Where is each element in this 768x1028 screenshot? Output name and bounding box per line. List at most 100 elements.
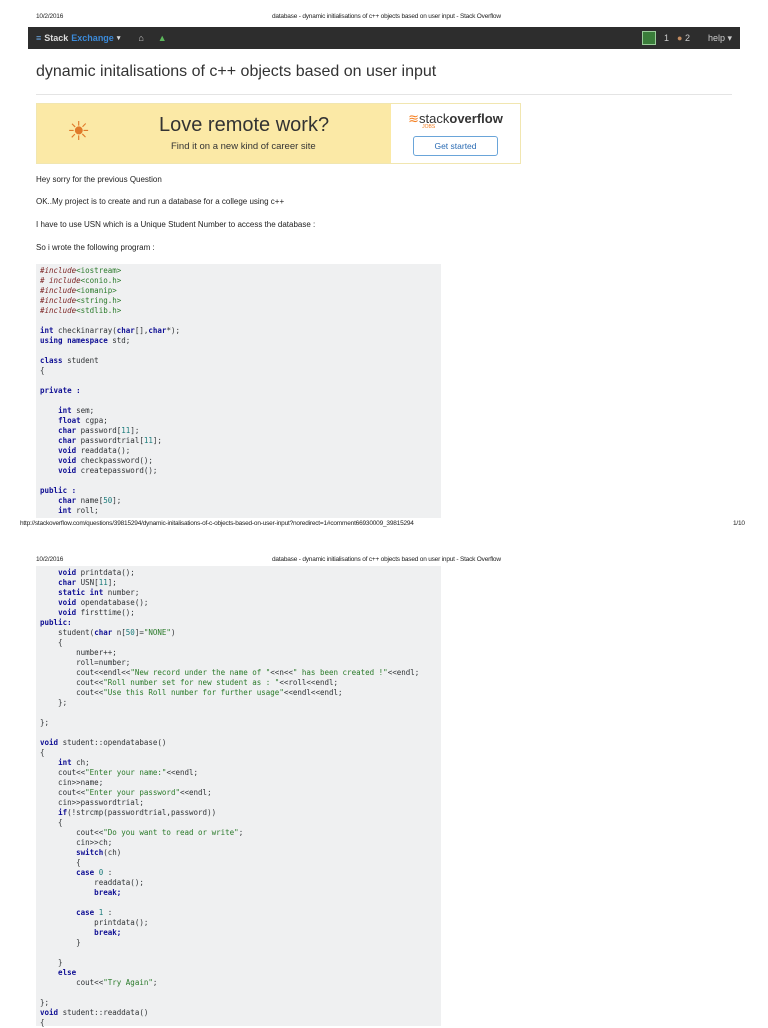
- code-line: public :: [40, 486, 77, 495]
- code-block: #include<iostream> # include<conio.h> #inc…: [36, 264, 441, 518]
- code-line: int roll;: [58, 506, 99, 515]
- code-line: cout<<"Roll number set for new student a…: [40, 678, 339, 687]
- print-date: 10/2/2016: [36, 13, 64, 20]
- code-line: {: [40, 638, 63, 647]
- stackexchange-logo-icon: ≡: [36, 33, 42, 43]
- inbox-icon[interactable]: ⌂: [138, 33, 143, 43]
- code-line: void opendatabase();: [58, 598, 149, 607]
- code-line: void createpassword();: [58, 466, 158, 475]
- code-line: switch(ch): [76, 848, 122, 857]
- code-line: cout<<"Enter your name:"<<endl;: [40, 768, 199, 777]
- code-line: float cgpa;: [58, 416, 108, 425]
- code-line: };: [40, 698, 68, 707]
- code-line: public:: [40, 618, 72, 627]
- code-line: break;: [40, 928, 122, 937]
- code-line: #include<iomanip>: [40, 286, 117, 295]
- ad-headline: Love remote work?: [159, 114, 330, 136]
- code-line: };: [40, 718, 50, 727]
- code-line: int sem;: [58, 406, 95, 415]
- code-line: void readdata();: [58, 446, 131, 455]
- code-line: cout<<"Use this Roll number for further …: [40, 688, 343, 697]
- code-line: printdata();: [40, 918, 149, 927]
- code-line: private :: [40, 386, 81, 395]
- remote-work-illustration-icon: ☀: [67, 116, 91, 146]
- achievements-icon[interactable]: ▲: [158, 33, 167, 43]
- question-title[interactable]: dynamic initalisations of c++ objects ba…: [36, 63, 436, 81]
- help-menu[interactable]: help ▾: [708, 33, 732, 44]
- code-line: void student::opendatabase(): [40, 738, 167, 747]
- code-line: # include<conio.h>: [40, 276, 122, 285]
- jobs-ad[interactable]: ☀ Love remote work? Find it on a new kin…: [36, 103, 521, 164]
- code-line: cout<<"Do you want to read or write";: [40, 828, 244, 837]
- bronze-badges: ● 2: [676, 33, 690, 43]
- code-line: case 0 :: [76, 868, 113, 877]
- print-url: http://stackoverflow.com/questions/39815…: [20, 520, 414, 527]
- top-navbar: ≡ Stack Exchange ▾ ⌂ ▲ 1 ● 2 help ▾: [28, 27, 740, 49]
- code-line: cin>>passwordtrial;: [40, 798, 144, 807]
- divider: [36, 94, 732, 95]
- code-line: student(char n[50]="NONE"): [40, 628, 176, 637]
- code-line: cin>>ch;: [40, 838, 113, 847]
- code-line: };: [40, 998, 50, 1007]
- code-line: class student: [40, 356, 99, 365]
- print-title: database - dynamic initialisations of c+…: [272, 13, 501, 20]
- print-page-number: 1/10: [733, 520, 745, 527]
- code-line: cout<<endl<<"New record under the name o…: [40, 668, 420, 677]
- avatar[interactable]: [641, 31, 656, 45]
- code-line: readdata();: [40, 878, 144, 887]
- reputation: 1: [663, 33, 669, 43]
- code-line: void firsttime();: [58, 608, 135, 617]
- code-line: #include<stdlib.h>: [40, 306, 122, 315]
- code-line: }: [40, 958, 63, 967]
- code-line: {: [40, 748, 45, 757]
- code-line: void checkpassword();: [58, 456, 153, 465]
- code-line: cout<<"Try Again";: [40, 978, 158, 987]
- code-line: static int number;: [58, 588, 140, 597]
- code-line: }: [40, 938, 81, 947]
- code-line: int ch;: [58, 758, 90, 767]
- code-line: cin>>name;: [40, 778, 104, 787]
- stackexchange-menu[interactable]: ≡ Stack Exchange ▾: [36, 33, 120, 43]
- question-paragraph: OK..My project is to create and run a da…: [36, 197, 285, 206]
- brand-exchange: Exchange: [71, 33, 114, 43]
- code-line: {: [40, 1018, 45, 1027]
- code-line: roll=number;: [40, 658, 131, 667]
- code-block: void printdata(); char USN[11]; static i…: [36, 566, 441, 1027]
- code-line: char passwordtrial[11];: [58, 436, 162, 445]
- code-line: {: [40, 858, 81, 867]
- brand-stack: Stack: [44, 33, 69, 43]
- code-line: break;: [40, 888, 122, 897]
- code-line: #include<iostream>: [40, 266, 122, 275]
- stackoverflow-jobs-logo: ≋stackoverflow JOBS: [408, 111, 503, 130]
- code-line: else: [40, 968, 77, 977]
- badge-count: 2: [684, 33, 690, 43]
- code-line: cout<<"Enter your password"<<endl;: [40, 788, 212, 797]
- question-paragraph: Hey sorry for the previous Question: [36, 175, 162, 184]
- code-line: void printdata();: [58, 568, 135, 577]
- question-paragraph: I have to use USN which is a Unique Stud…: [36, 220, 316, 229]
- code-line: number++;: [40, 648, 117, 657]
- code-line: int checkinarray(char[],char*);: [40, 326, 180, 335]
- code-line: using namespace std;: [40, 336, 131, 345]
- print-title: database - dynamic initialisations of c+…: [272, 556, 501, 563]
- get-started-button[interactable]: Get started: [413, 136, 498, 156]
- code-line: #include<string.h>: [40, 296, 122, 305]
- code-line: case 1 :: [76, 908, 113, 917]
- code-line: char name[50];: [58, 496, 122, 505]
- code-line: char USN[11];: [58, 578, 117, 587]
- chevron-down-icon: ▾: [116, 35, 121, 42]
- question-paragraph: So i wrote the following program :: [36, 243, 155, 252]
- code-line: if(!strcmp(passwordtrial,password)): [58, 808, 217, 817]
- code-line: {: [40, 366, 45, 375]
- code-line: {: [40, 818, 63, 827]
